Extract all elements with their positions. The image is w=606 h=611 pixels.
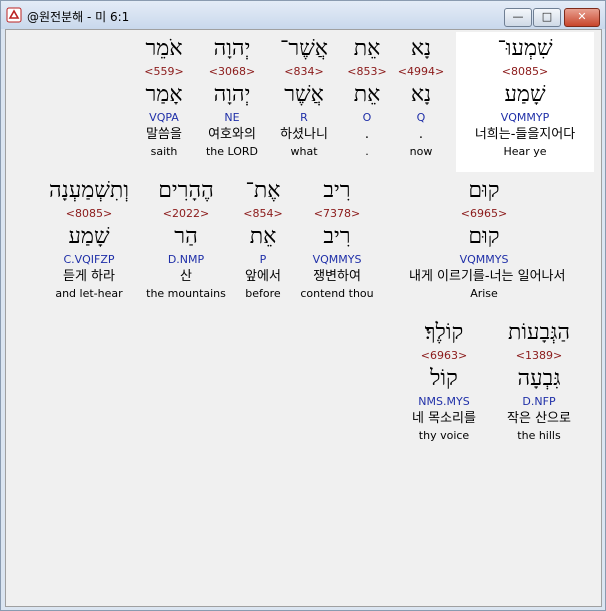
english-gloss: saith: [150, 145, 178, 158]
strongs-number[interactable]: <559>: [108, 64, 220, 80]
strongs-number[interactable]: <6965>: [409, 206, 559, 222]
word-cell[interactable]: קוּם <6965> קוּם VQMMYS 내게 이르기를-너는 일어나서 …: [409, 176, 566, 301]
korean-gloss: 내게 이르기를-너는 일어나서: [409, 269, 566, 284]
hebrew-lemma: הַר: [174, 224, 198, 249]
maximize-button[interactable]: □: [533, 8, 561, 27]
hebrew-lemma: שָׁמַע: [504, 82, 546, 107]
app-icon: [6, 7, 22, 23]
strongs-number[interactable]: <6963>: [388, 348, 500, 364]
word-cell[interactable]: וְתִשְׁמַעְנָה <8085> שָׁמַע C.VQIFZP 듣게…: [33, 176, 145, 301]
korean-gloss: 너희는-들을지어다: [474, 127, 576, 142]
parsing-code: VQMMYP: [500, 111, 550, 124]
strongs-number[interactable]: <8085>: [33, 206, 145, 222]
english-gloss: the mountains: [146, 287, 226, 300]
parsing-code: C.VQIFZP: [63, 253, 115, 266]
window-title: @원전분해 - 미 6:1: [27, 10, 130, 24]
parsing-code: NMS.MYS: [418, 395, 470, 408]
word-cell[interactable]: קוֹלֶךָ׃ <6963> קוֹל NMS.MYS 네 목소리를 thy …: [388, 318, 500, 443]
english-gloss: thy voice: [418, 429, 470, 442]
minimize-button[interactable]: —: [504, 8, 532, 27]
hebrew-word: שִׁמְעוּ־: [497, 36, 553, 61]
parsing-code: VQMMYS: [459, 253, 509, 266]
title-bar[interactable]: @원전분해 - 미 6:1 — □ ✕: [1, 1, 605, 29]
korean-gloss: 네 목소리를: [412, 411, 476, 426]
word-cell[interactable]: אֹמֵר <559> אָמַר VQPA 말씀을 saith: [108, 34, 220, 159]
hebrew-lemma: קוֹל: [430, 366, 458, 391]
word-cell[interactable]: שִׁמְעוּ־ <8085> שָׁמַע VQMMYP 너희는-들을지어다…: [469, 34, 581, 159]
hebrew-word: קוּם: [468, 178, 500, 203]
interlinear-panel: שִׁמְעוּ־ <8085> שָׁמַע VQMMYP 너희는-들을지어다…: [5, 29, 602, 607]
close-button[interactable]: ✕: [564, 8, 600, 27]
korean-gloss: 듣게 하라: [63, 269, 115, 284]
hebrew-lemma: שָׁמַע: [68, 224, 110, 249]
english-gloss: Hear ye: [503, 145, 547, 158]
strongs-number[interactable]: <8085>: [469, 64, 581, 80]
hebrew-lemma: קוּם: [468, 224, 500, 249]
parsing-code: D.NMP: [167, 253, 205, 266]
word-cell[interactable]: הֶהָרִים <2022> הַר D.NMP 산 the mountain…: [130, 176, 242, 301]
app-window: @원전분해 - 미 6:1 — □ ✕ שִׁמְעוּ־ <8085> שָׁ…: [0, 0, 606, 611]
hebrew-word: אֹמֵר: [145, 36, 183, 61]
hebrew-lemma: אָמַר: [145, 82, 183, 107]
hebrew-word: וְתִשְׁמַעְנָה: [49, 178, 129, 203]
hebrew-word: קוֹלֶךָ׃: [424, 320, 464, 345]
hebrew-word: הֶהָרִים: [158, 178, 214, 203]
korean-gloss: 산: [180, 269, 192, 284]
strongs-number[interactable]: <2022>: [130, 206, 242, 222]
parsing-code: VQPA: [149, 111, 179, 124]
english-gloss: Arise: [470, 287, 498, 300]
korean-gloss: 말씀을: [146, 127, 182, 142]
english-gloss: and let-hear: [55, 287, 123, 300]
